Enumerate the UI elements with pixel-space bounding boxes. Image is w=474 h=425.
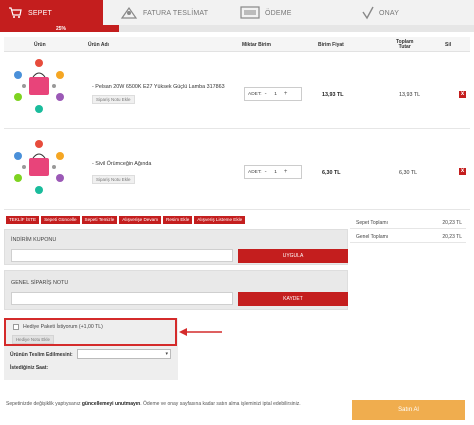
product-image — [14, 59, 64, 113]
step-cart-label: SEPET — [28, 10, 52, 17]
header-qty: Miktar Birim — [242, 42, 271, 48]
delivery-date-label: Ürünün Teslim Edilmesini: — [10, 352, 73, 358]
qty-plus-button[interactable]: + — [282, 91, 290, 97]
order-note-input[interactable] — [11, 292, 233, 305]
checkout-button[interactable]: Satın Al — [352, 400, 465, 420]
qty-value[interactable]: 1 — [270, 170, 282, 175]
cart-actions: TEKLİF İSTE Sepeti Güncelle Sepeti Temiz… — [6, 216, 246, 224]
header-total: Toplam Tutar — [396, 40, 413, 50]
footer-note: Sepetinizde değişiklik yaptıysanız günce… — [6, 401, 301, 407]
check-icon — [362, 6, 374, 20]
qty-minus-button[interactable]: - — [262, 169, 270, 175]
coupon-title: İNDİRİM KUPONU — [11, 237, 57, 243]
order-note-title: GENEL SİPARİŞ NOTU — [11, 280, 69, 286]
grand-total-row: Genel Toplamı 20,23 TL — [350, 230, 466, 243]
gift-label: Hediye Paketi İstiyorum (+1,00 TL) — [23, 324, 103, 330]
qty-minus-button[interactable]: - — [262, 91, 270, 97]
grand-total-value: 20,23 TL — [442, 234, 462, 240]
step-payment[interactable]: ÖDEME — [240, 0, 292, 26]
footer-note-start: Sepetinizde değişiklik yaptıysanız — [6, 401, 82, 407]
step-payment-label: ÖDEME — [265, 9, 292, 17]
request-quote-button[interactable]: TEKLİF İSTE — [6, 216, 40, 224]
product-name[interactable]: - Sivil Örümceğin Ağında — [92, 161, 151, 167]
product-name[interactable]: - Pelsan 20W 6500K E27 Yüksek Güçlü Lamb… — [92, 84, 225, 90]
order-note-button[interactable]: Sipariş Notu Ekle — [92, 175, 135, 184]
qty-label: ADET: — [248, 169, 262, 175]
header-product-name: Ürün Adı — [88, 42, 109, 48]
delivery-date-select[interactable]: ▾ — [77, 349, 171, 359]
table-row: - Pelsan 20W 6500K E27 Yüksek Güçlü Lamb… — [4, 53, 470, 129]
qty-value[interactable]: 1 — [270, 92, 282, 97]
arrow-left-icon — [179, 328, 222, 336]
delete-button[interactable]: x — [459, 91, 466, 98]
cart-icon — [9, 7, 22, 18]
subtotal-label: Sepet Toplamı — [356, 220, 388, 226]
product-image — [14, 140, 64, 194]
header-product: Ürün — [34, 42, 46, 48]
clear-cart-button[interactable]: Sepeti Temizle — [81, 216, 118, 224]
step-delivery[interactable]: FATURA TESLİMAT — [120, 0, 208, 26]
payment-icon — [240, 6, 260, 19]
gift-checkbox[interactable] — [13, 324, 19, 330]
qty-plus-button[interactable]: + — [282, 169, 290, 175]
delete-button[interactable]: x — [459, 168, 466, 175]
table-row: - Sivil Örümceğin Ağında Sipariş Notu Ek… — [4, 130, 470, 210]
delivery-icon — [120, 6, 138, 19]
footer-note-end: . Ödeme ve onay sayfasına kadar satın al… — [140, 401, 301, 407]
update-cart-button[interactable]: Sepeti Güncelle — [41, 216, 80, 224]
coupon-input[interactable] — [11, 249, 233, 262]
quantity-stepper: ADET: - 1 + — [244, 165, 302, 179]
add-to-list-button[interactable]: Alışveriş Listeme Ekle — [194, 216, 246, 224]
grand-total-label: Genel Toplamı — [356, 234, 389, 240]
subtotal-value: 20,23 TL — [442, 220, 462, 226]
qty-label: ADET: — [248, 91, 262, 97]
line-total: 6,30 TL — [399, 170, 418, 176]
continue-shopping-button[interactable]: Alışverişe Devam — [119, 216, 162, 224]
save-note-button[interactable]: KAYDET — [238, 292, 348, 306]
add-image-button[interactable]: Resim Ekle — [163, 216, 193, 224]
step-confirm[interactable]: ONAY — [362, 0, 399, 26]
step-confirm-label: ONAY — [379, 9, 400, 17]
order-note-button[interactable]: Sipariş Notu Ekle — [92, 95, 135, 104]
apply-coupon-button[interactable]: UYGULA — [238, 249, 348, 263]
delivery-time-label: İstediğiniz Saat: — [10, 365, 49, 371]
coupon-panel: İNDİRİM KUPONU UYGULA — [4, 229, 348, 265]
gift-note-button[interactable]: Hediye Notu Ekle — [12, 335, 54, 344]
progress-percent: 25% — [56, 26, 67, 32]
line-total: 13,93 TL — [399, 92, 421, 98]
quantity-stepper: ADET: - 1 + — [244, 87, 302, 101]
subtotal-row: Sepet Toplamı 20,23 TL — [350, 216, 466, 229]
unit-price: 13,93 TL — [322, 92, 344, 98]
footer-note-bold: güncellemeyi unutmayın — [81, 401, 141, 407]
step-cart[interactable]: SEPET — [0, 0, 103, 32]
checkout-steps: SEPET 25% FATURA TESLİMAT ÖDEME ONAY — [0, 0, 474, 32]
order-note-panel: GENEL SİPARİŞ NOTU KAYDET — [4, 270, 348, 310]
chevron-down-icon: ▾ — [165, 351, 168, 357]
unit-price: 6,30 TL — [322, 170, 341, 176]
header-unit-price: Birim Fiyat — [318, 42, 344, 48]
cart-table-header: Ürün Ürün Adı Miktar Birim Birim Fiyat T… — [4, 37, 470, 52]
step-delivery-label: FATURA TESLİMAT — [143, 9, 209, 17]
header-total-line2: Tutar — [398, 44, 411, 50]
header-delete: Sil — [445, 42, 452, 48]
